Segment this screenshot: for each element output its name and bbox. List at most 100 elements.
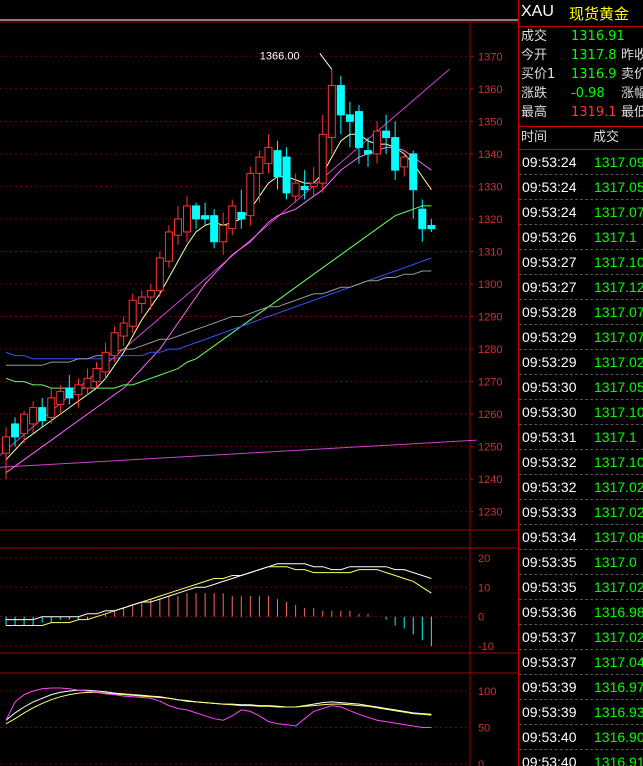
- tick-row[interactable]: 09:53:36 1316.98: [519, 599, 643, 624]
- tick-price: 1317.07: [594, 329, 643, 345]
- kdj-line: [5, 687, 432, 728]
- candle-body: [345, 114, 354, 122]
- tick-row[interactable]: 09:53:35 1317.02: [519, 574, 643, 599]
- candle-body: [291, 182, 300, 197]
- macd-tick-label: -10: [478, 641, 494, 653]
- tick-time: 09:53:30: [522, 404, 577, 420]
- quote-label-2: 涨幅: [621, 86, 643, 101]
- tick-row[interactable]: 09:53:27 1317.10: [519, 249, 643, 274]
- candle-body: [364, 150, 372, 155]
- tick-row[interactable]: 09:53:27 1317.12: [519, 274, 643, 299]
- tick-price: 1317.1: [594, 229, 637, 245]
- price-tick-label: 1260: [478, 409, 502, 421]
- candle-body: [128, 299, 137, 327]
- candle-body: [119, 322, 128, 337]
- candle-body: [2, 436, 10, 454]
- tick-price: 1316.98: [594, 604, 643, 620]
- tick-time: 09:53:34: [522, 529, 577, 545]
- tick-time: 09:53:24: [522, 179, 577, 195]
- tick-row[interactable]: 09:53:37 1317.04: [519, 649, 643, 674]
- price-tick-label: 1300: [478, 279, 502, 291]
- tick-row[interactable]: 09:53:32 1317.10: [519, 449, 643, 474]
- candle-body: [400, 156, 409, 168]
- tick-row[interactable]: 09:53:29 1317.07: [519, 324, 643, 349]
- tick-price: 1316.97: [594, 679, 643, 695]
- candle-body: [11, 423, 20, 438]
- tick-price: 1316.91: [594, 754, 643, 766]
- tick-time: 09:53:32: [522, 454, 577, 470]
- tick-time: 09:53:39: [522, 679, 577, 695]
- tick-row[interactable]: 09:53:31 1317.1: [519, 424, 643, 449]
- tick-row[interactable]: 09:53:30 1317.10: [519, 399, 643, 424]
- tick-row[interactable]: 09:53:37 1317.02: [519, 624, 643, 649]
- quote-row: 买价1 1316.9 卖价1: [519, 65, 643, 84]
- moving-average-line: [5, 205, 432, 389]
- tick-time: 09:53:37: [522, 629, 577, 645]
- tick-price: 1317.02: [594, 354, 643, 370]
- moving-average-line: [6, 270, 432, 366]
- price-tick-label: 1340: [478, 149, 502, 161]
- price-tick-label: 1330: [478, 181, 502, 193]
- tick-row[interactable]: 09:53:34 1317.08: [519, 524, 643, 549]
- quote-value: -0.98: [571, 86, 605, 101]
- candle-body: [219, 224, 228, 243]
- tick-row[interactable]: 09:53:40 1316.90: [519, 724, 643, 749]
- tick-row[interactable]: 09:53:32 1317.02: [519, 474, 643, 499]
- tick-row[interactable]: 09:53:30 1317.05: [519, 374, 643, 399]
- tick-row[interactable]: 09:53:39 1316.93: [519, 699, 643, 724]
- quote-label-2: 最低: [621, 105, 643, 120]
- candle-body: [264, 146, 273, 165]
- tick-row[interactable]: 09:53:40 1316.91: [519, 749, 643, 766]
- quote-row: 今开 1317.8 昨收: [519, 46, 643, 65]
- candle-body: [29, 407, 38, 425]
- candle-body: [20, 413, 29, 435]
- macd-tick-label: 0: [478, 612, 484, 624]
- candle-body: [336, 85, 345, 116]
- tick-price: 1317.08: [594, 529, 643, 545]
- quote-panel: XAU 现货黄金 成交 1316.91 今开 1317.8 昨收买价1 1316.9 卖价1…: [518, 0, 643, 766]
- kdj-tick-label: 100: [478, 686, 496, 698]
- tick-time: 09:53:33: [522, 504, 577, 520]
- tick-price: 1317.07: [594, 304, 643, 320]
- tick-price: 1316.93: [594, 704, 643, 720]
- price-tick-label: 1350: [478, 116, 502, 128]
- tick-time: 09:53:40: [522, 754, 577, 766]
- tick-price: 1317.12: [594, 279, 643, 295]
- tick-row[interactable]: 09:53:33 1317.02: [519, 499, 643, 524]
- candle-body: [173, 218, 182, 236]
- candle-body: [273, 150, 282, 178]
- tick-time: 09:53:32: [522, 479, 577, 495]
- tick-row[interactable]: 09:53:24 1317.07: [519, 199, 643, 224]
- candle-body: [201, 215, 210, 220]
- quote-value: 1316.91: [571, 29, 625, 44]
- tick-row[interactable]: 09:53:24 1317.09: [519, 150, 643, 174]
- moving-average-line: [5, 257, 432, 360]
- tick-list[interactable]: 09:53:24 1317.09 09:53:24 1317.05 09:53:24 13…: [519, 150, 643, 766]
- macd-tick-label: 20: [478, 553, 490, 565]
- candle-body: [146, 290, 155, 298]
- candle-body: [246, 172, 255, 217]
- tick-row[interactable]: 09:53:24 1317.05: [519, 174, 643, 199]
- candle-body: [101, 351, 110, 373]
- candle-body: [255, 156, 264, 174]
- candle-body: [391, 137, 400, 171]
- tick-row[interactable]: 09:53:29 1317.02: [519, 349, 643, 374]
- tick-row[interactable]: 09:53:35 1317.0: [519, 549, 643, 574]
- tick-row[interactable]: 09:53:39 1316.97: [519, 674, 643, 699]
- candle-body: [92, 368, 101, 383]
- tick-time: 09:53:37: [522, 654, 577, 670]
- tick-time: 09:53:29: [522, 329, 577, 345]
- price-tick-label: 1320: [478, 214, 502, 226]
- candle-body: [418, 208, 427, 230]
- chart-canvas[interactable]: 1230 1240 1250 1260 1270 1280 1290 1300 1310 1320…: [0, 0, 518, 766]
- price-tick-label: 1230: [478, 507, 502, 519]
- candle-body: [164, 231, 173, 262]
- quote-label-2: 昨收: [621, 48, 643, 63]
- tick-row[interactable]: 09:53:26 1317.1: [519, 224, 643, 249]
- tick-row[interactable]: 09:53:28 1317.07: [519, 299, 643, 324]
- quote-label: 买价1: [521, 67, 556, 82]
- quote-label: 涨跌: [521, 86, 548, 101]
- kline-chart[interactable]: 1230 1240 1250 1260 1270 1280 1290 1300 1310 1320…: [0, 0, 518, 766]
- tick-time: 09:53:39: [522, 704, 577, 720]
- candle-body: [183, 205, 191, 233]
